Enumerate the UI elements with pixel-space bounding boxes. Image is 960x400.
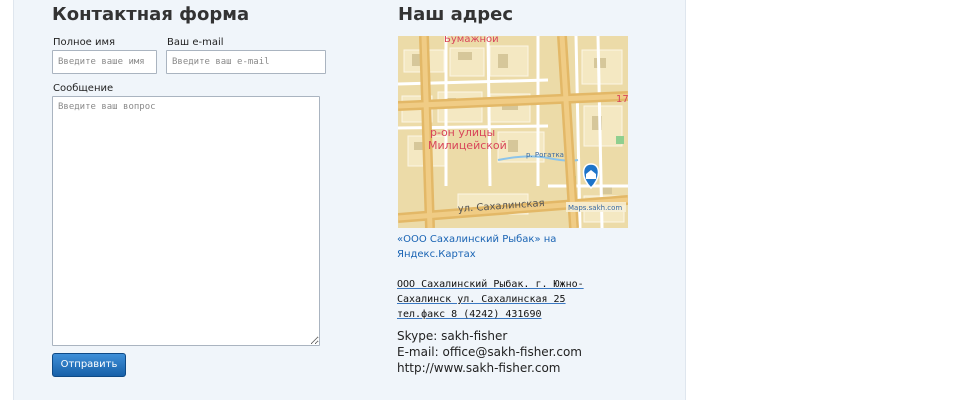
yandex-map-link[interactable]: «ООО Сахалинский Рыбак» на Яндекс.Картах [397, 232, 597, 262]
email-contact: E-mail: office@sakh-fisher.com [397, 345, 582, 359]
map-canvas: Бумажной 17 р-он улицы Милицейской р. Ро… [398, 36, 628, 228]
full-name-label: Полное имя [53, 37, 116, 48]
map-label-district-2: Милицейской [428, 139, 507, 152]
full-name-input[interactable] [52, 50, 157, 74]
company-address-link[interactable]: ООО Сахалинский Рыбак. г. Южно-Сахалинск… [397, 277, 613, 322]
map-label-district-1: р-он улицы [430, 126, 495, 139]
map-label-house-number: 17 [616, 94, 628, 105]
submit-button[interactable]: Отправить [52, 353, 126, 377]
email-input[interactable] [166, 50, 326, 74]
contact-form-title: Контактная форма [52, 4, 250, 25]
map-label-river: р. Рогатка [526, 151, 564, 159]
map-label-street-top: Бумажной [444, 36, 499, 45]
skype-contact: Skype: sakh-fisher [397, 329, 508, 343]
message-textarea[interactable] [52, 96, 320, 346]
email-label: Ваш e-mail [167, 37, 224, 48]
address-map[interactable]: Бумажной 17 р-он улицы Милицейской р. Ро… [398, 36, 628, 228]
address-title: Наш адрес [398, 4, 514, 25]
website-contact: http://www.sakh-fisher.com [397, 361, 561, 375]
map-watermark: Maps.sakh.com [568, 204, 622, 212]
message-label: Сообщение [53, 83, 114, 94]
